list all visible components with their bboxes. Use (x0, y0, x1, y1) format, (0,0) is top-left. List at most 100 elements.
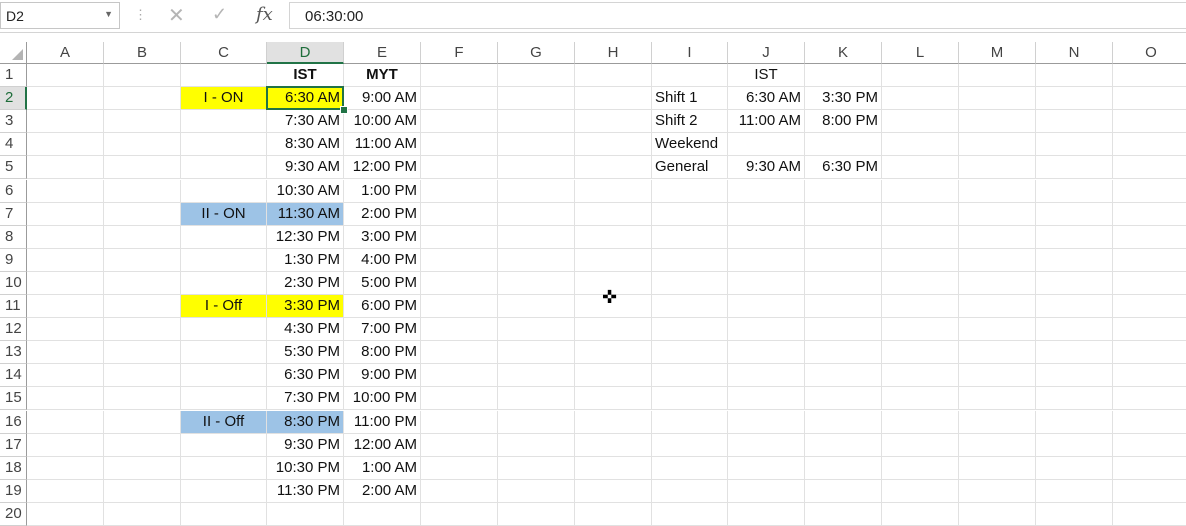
cell-e14[interactable]: 9:00 PM (344, 364, 421, 388)
cell-b8[interactable] (104, 225, 181, 249)
cell-l3[interactable] (882, 110, 959, 134)
cell-f3[interactable] (421, 110, 498, 134)
cell-h1[interactable] (575, 64, 652, 88)
cell-h5[interactable] (575, 156, 652, 180)
cell-m16[interactable] (959, 410, 1036, 434)
cell-d10[interactable]: 2:30 PM (267, 271, 344, 295)
cell-i18[interactable] (652, 456, 728, 480)
cell-b7[interactable] (104, 202, 181, 226)
column-header-c[interactable]: C (181, 42, 267, 64)
cell-n18[interactable] (1036, 456, 1113, 480)
cell-d14[interactable]: 6:30 PM (267, 364, 344, 388)
cell-n4[interactable] (1036, 133, 1113, 157)
cell-c20[interactable] (181, 502, 267, 526)
cell-n17[interactable] (1036, 433, 1113, 457)
cell-a3[interactable] (27, 110, 104, 134)
cell-m9[interactable] (959, 248, 1036, 272)
cell-g16[interactable] (498, 410, 575, 434)
column-header-b[interactable]: B (104, 42, 181, 64)
cell-o11[interactable] (1113, 295, 1186, 319)
cell-h6[interactable] (575, 179, 652, 203)
cell-e6[interactable]: 1:00 PM (344, 179, 421, 203)
cell-k19[interactable] (805, 479, 882, 503)
cell-l13[interactable] (882, 341, 959, 365)
cell-d12[interactable]: 4:30 PM (267, 318, 344, 342)
cell-h18[interactable] (575, 456, 652, 480)
cell-c10[interactable] (181, 271, 267, 295)
row-header-15[interactable]: 15 (0, 387, 27, 411)
cell-l10[interactable] (882, 271, 959, 295)
cell-j14[interactable] (728, 364, 805, 388)
cell-g15[interactable] (498, 387, 575, 411)
cell-b12[interactable] (104, 318, 181, 342)
cell-k10[interactable] (805, 271, 882, 295)
cell-g6[interactable] (498, 179, 575, 203)
cell-n2[interactable] (1036, 87, 1113, 111)
cell-j3[interactable]: 11:00 AM (728, 110, 805, 134)
cell-l12[interactable] (882, 318, 959, 342)
cell-e11[interactable]: 6:00 PM (344, 295, 421, 319)
cell-l1[interactable] (882, 64, 959, 88)
cell-o16[interactable] (1113, 411, 1186, 434)
cell-n1[interactable] (1036, 64, 1113, 88)
cell-j2[interactable]: 6:30 AM (728, 87, 805, 111)
cell-g18[interactable] (498, 456, 575, 480)
cell-f4[interactable] (421, 133, 498, 157)
cell-m15[interactable] (959, 387, 1036, 411)
cell-j7[interactable] (728, 202, 805, 226)
cell-o13[interactable] (1113, 341, 1186, 365)
cell-b19[interactable] (104, 479, 181, 503)
cell-m17[interactable] (959, 433, 1036, 457)
cell-k15[interactable] (805, 387, 882, 411)
cell-i14[interactable] (652, 364, 728, 388)
cell-c5[interactable] (181, 156, 267, 180)
column-header-d[interactable]: D (267, 42, 344, 64)
cell-n16[interactable] (1036, 410, 1113, 434)
cell-i17[interactable] (652, 433, 728, 457)
cell-g5[interactable] (498, 156, 575, 180)
cell-o5[interactable] (1113, 156, 1186, 180)
cell-f6[interactable] (421, 179, 498, 203)
cell-h8[interactable] (575, 225, 652, 249)
cell-d9[interactable]: 1:30 PM (267, 248, 344, 272)
cell-g9[interactable] (498, 248, 575, 272)
vertical-dots-icon[interactable]: ⋮ (134, 7, 147, 23)
cell-m6[interactable] (959, 179, 1036, 203)
cell-l16[interactable] (882, 410, 959, 434)
cell-c7[interactable]: II - ON (181, 202, 267, 226)
cell-n12[interactable] (1036, 318, 1113, 342)
cell-o18[interactable] (1113, 457, 1186, 480)
cell-i13[interactable] (652, 341, 728, 365)
cell-a8[interactable] (27, 225, 104, 249)
enter-icon[interactable]: ✓ (212, 4, 227, 25)
cell-a10[interactable] (27, 271, 104, 295)
cell-e20[interactable] (344, 502, 421, 526)
cell-l14[interactable] (882, 364, 959, 388)
cell-k17[interactable] (805, 433, 882, 457)
cell-j16[interactable] (728, 410, 805, 434)
cell-e13[interactable]: 8:00 PM (344, 341, 421, 365)
cell-a14[interactable] (27, 364, 104, 388)
cell-n13[interactable] (1036, 341, 1113, 365)
cell-k13[interactable] (805, 341, 882, 365)
cell-l7[interactable] (882, 202, 959, 226)
cell-d16[interactable]: 8:30 PM (267, 410, 344, 434)
cell-d20[interactable] (267, 502, 344, 526)
cell-b16[interactable] (104, 410, 181, 434)
cell-g14[interactable] (498, 364, 575, 388)
spreadsheet-grid[interactable]: A B C D E F G H I J K L M N O 1 IST MYT IST 2 I - ON 6:30 AM 9… (0, 42, 1186, 526)
cell-d4[interactable]: 8:30 AM (267, 133, 344, 157)
cell-k2[interactable]: 3:30 PM (805, 87, 882, 111)
cell-i12[interactable] (652, 318, 728, 342)
row-header-5[interactable]: 5 (0, 156, 27, 180)
cell-f13[interactable] (421, 341, 498, 365)
fill-handle[interactable] (340, 106, 348, 115)
cell-l20[interactable] (882, 502, 959, 526)
cell-a20[interactable] (27, 502, 104, 526)
row-header-17[interactable]: 17 (0, 433, 27, 457)
cell-e3[interactable]: 10:00 AM (344, 110, 421, 134)
cell-a19[interactable] (27, 479, 104, 503)
cell-o7[interactable] (1113, 203, 1186, 226)
cell-k3[interactable]: 8:00 PM (805, 110, 882, 134)
cell-m20[interactable] (959, 502, 1036, 526)
